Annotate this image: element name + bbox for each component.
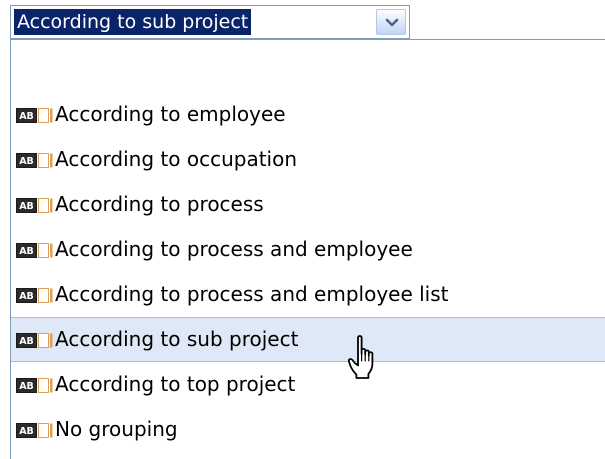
list-item-label: According to occupation	[55, 147, 298, 171]
hand-pointer-icon	[348, 335, 374, 379]
list-item-label: According to top project	[55, 372, 296, 396]
list-item-label: According to process	[55, 192, 264, 216]
text-field-icon: AB	[16, 153, 53, 168]
combobox-dropdown-list: AB According to employee AB According to oc…	[10, 39, 605, 459]
list-item[interactable]: AB According to process and employee	[11, 227, 605, 272]
text-field-icon: AB	[16, 243, 53, 258]
text-field-icon: AB	[16, 288, 53, 303]
grouping-control: According to sub project AB According to …	[0, 0, 605, 459]
list-item[interactable]: AB No grouping	[11, 407, 605, 452]
text-field-icon-letters: AB	[19, 201, 34, 212]
list-item-label: According to process and employee	[55, 237, 413, 261]
text-field-icon-letters: AB	[19, 291, 34, 302]
list-item[interactable]: AB According to occupation	[11, 137, 605, 182]
empty-option[interactable]	[11, 40, 605, 92]
list-item[interactable]: AB According to process and employee list	[11, 272, 605, 317]
text-field-icon: AB	[16, 198, 53, 213]
list-item[interactable]: AB According to top project	[11, 362, 605, 407]
list-item[interactable]: AB According to process	[11, 182, 605, 227]
option-list: AB According to employee AB According to oc…	[11, 92, 605, 452]
list-item[interactable]: AB According to employee	[11, 92, 605, 137]
list-item-label: According to sub project	[55, 327, 299, 351]
combobox-selected-value[interactable]: According to sub project	[14, 9, 252, 35]
text-field-icon-letters: AB	[19, 246, 34, 257]
text-field-icon: AB	[16, 333, 53, 348]
combobox-value-area[interactable]: According to sub project	[14, 9, 375, 35]
grouping-combobox[interactable]: According to sub project	[10, 5, 410, 39]
text-field-icon-letters: AB	[19, 426, 34, 437]
text-field-icon: AB	[16, 378, 53, 393]
text-field-icon: AB	[16, 108, 53, 123]
text-field-icon-letters: AB	[19, 336, 34, 347]
text-field-icon-letters: AB	[19, 111, 34, 122]
chevron-down-icon	[385, 18, 399, 27]
list-item-label: According to process and employee list	[55, 282, 449, 306]
list-item-label: No grouping	[55, 417, 178, 441]
combobox-dropdown-button[interactable]	[376, 9, 406, 35]
list-item[interactable]: AB According to sub project	[11, 317, 605, 362]
text-field-icon-letters: AB	[19, 381, 34, 392]
text-field-icon: AB	[16, 423, 53, 438]
list-item-label: According to employee	[55, 102, 286, 126]
text-field-icon-letters: AB	[19, 156, 34, 167]
